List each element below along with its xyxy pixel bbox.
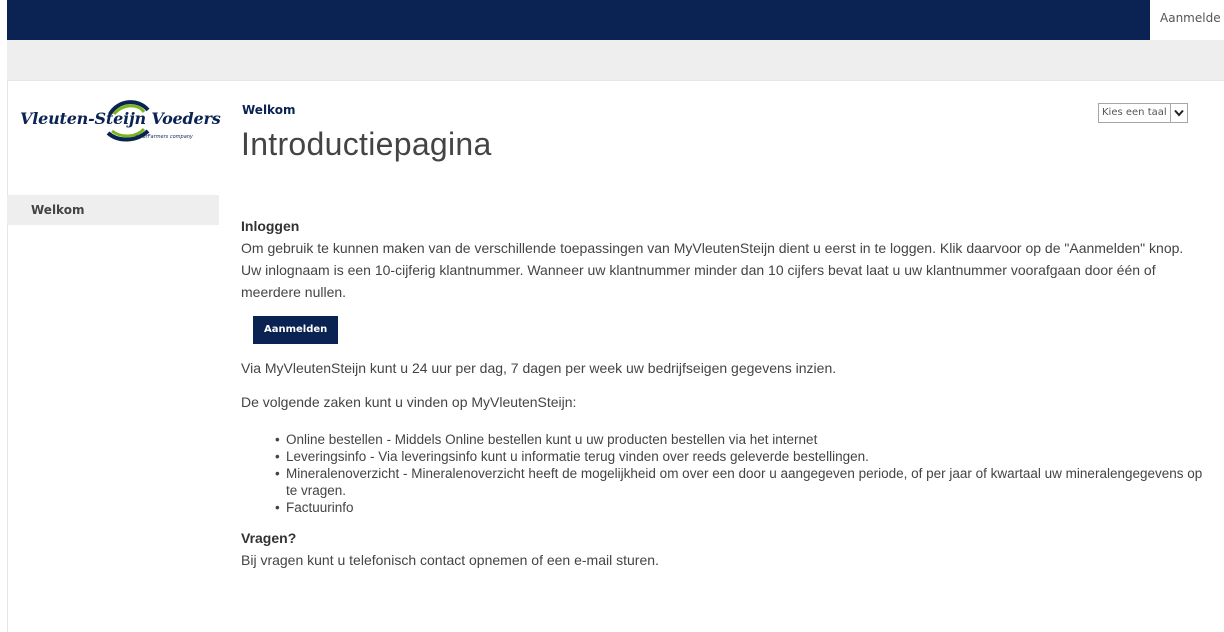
- nav-item-welkom[interactable]: Welkom: [7, 195, 219, 225]
- language-select[interactable]: Kies een taal: [1098, 103, 1188, 123]
- language-select-value: Kies een taal: [1102, 107, 1167, 118]
- left-navigation: Welkom: [7, 195, 219, 225]
- list-item: Online bestellen - Middels Online bestel…: [275, 431, 1207, 448]
- top-navigation-bar: [7, 0, 1224, 40]
- list-item: Factuurinfo: [275, 499, 1207, 516]
- list-item: Mineralenoverzicht - Mineralenoverzicht …: [275, 465, 1207, 499]
- list-item: Leveringsinfo - Via leveringsinfo kunt u…: [275, 448, 1207, 465]
- signin-area: Aanmelde: [1150, 0, 1224, 40]
- login-button[interactable]: Aanmelden: [253, 316, 339, 344]
- logo-subtext: a ForFarmers company: [135, 134, 193, 140]
- window-frame-left: [0, 0, 8, 632]
- logo-text: Vleuten-Steijn Voeders: [20, 109, 221, 128]
- signin-link[interactable]: Aanmelde: [1160, 11, 1221, 25]
- main-content: Inloggen Om gebruik te kunnen maken van …: [241, 215, 1207, 571]
- features-list: Online bestellen - Middels Online bestel…: [241, 431, 1207, 516]
- questions-heading: Vragen?: [241, 530, 297, 546]
- chevron-down-icon[interactable]: [1169, 104, 1187, 122]
- login-heading: Inloggen: [241, 218, 300, 234]
- intro-paragraph: Via MyVleutenSteijn kunt u 24 uur per da…: [241, 360, 837, 376]
- features-intro: De volgende zaken kunt u vinden op MyVle…: [241, 394, 577, 410]
- questions-text: Bij vragen kunt u telefonisch contact op…: [241, 552, 659, 568]
- page-title: Introductiepagina: [241, 126, 492, 162]
- login-instructions: Om gebruik te kunnen maken van de versch…: [241, 240, 1184, 300]
- breadcrumb[interactable]: Welkom: [242, 103, 295, 117]
- site-logo[interactable]: Vleuten-Steijn Voeders a ForFarmers comp…: [14, 96, 224, 154]
- ribbon-bar: [7, 40, 1224, 81]
